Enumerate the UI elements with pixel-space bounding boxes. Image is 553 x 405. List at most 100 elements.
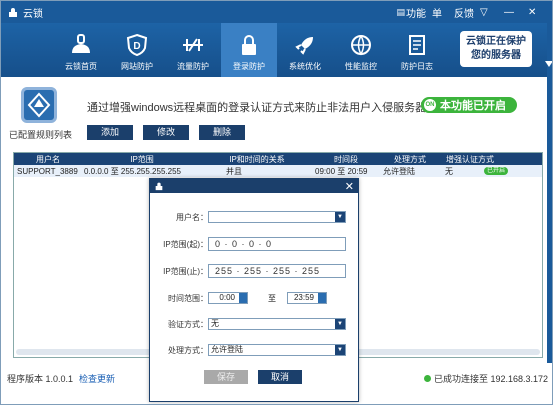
ip-start-label: IP范围(起)：: [163, 239, 208, 249]
time-end-input[interactable]: 23:59: [287, 292, 327, 304]
function-menu-suffix: 单: [432, 8, 442, 20]
tab-system-optimize-label: 系统优化: [289, 62, 321, 71]
feedback-link[interactable]: 反馈: [454, 5, 474, 20]
feature-header: 通过增强windows远程桌面的登录认证方式来防止非法用户入侵服务器 ON 本功…: [1, 77, 547, 147]
tab-performance-monitor[interactable]: 性能监控: [333, 23, 389, 77]
connection-status: 已成功连接至 192.168.3.172: [423, 372, 548, 385]
rule-dialog: ✕ 用户名： ▼ IP范围(起)： 0 · 0 · 0 · 0 IP范围(止)：…: [149, 178, 359, 402]
column-username: 用户名: [36, 154, 60, 164]
cell-ip-range: 0.0.0.0 至 255.255.255.255: [84, 166, 181, 176]
log-icon: [409, 35, 425, 55]
tab-home-label: 云锁首页: [65, 62, 97, 71]
time-to-label: 至: [268, 293, 276, 303]
cell-relation: 并且: [226, 166, 242, 176]
dialog-close-icon[interactable]: ✕: [345, 180, 354, 193]
collapse-arrow-icon[interactable]: [545, 61, 552, 67]
rules-list-label: 已配置规则列表: [9, 130, 73, 140]
action-select[interactable]: 允许登陆 ▼: [208, 344, 346, 356]
auth-value: 无: [211, 319, 219, 328]
auth-label: 验证方式：: [168, 319, 208, 329]
side-strip: [547, 23, 552, 363]
function-menu[interactable]: ▤ 功能单: [396, 5, 448, 20]
username-label: 用户名：: [176, 212, 208, 222]
ip-end-row: IP范围(止)： 255 · 255 · 255 · 255: [150, 264, 360, 278]
app-window: 云锁 ▤ 功能单 反馈 ▽ — ✕ 云锁首页 D 网站防护 流量防护 登录防护 系…: [0, 0, 553, 405]
username-row: 用户名： ▼: [150, 210, 360, 224]
action-label: 处理方式：: [168, 345, 208, 355]
table-header: 用户名 IP范围 IP和时间的关系 时间段 处理方式 增强认证方式: [14, 153, 542, 165]
column-time: 时间段: [334, 154, 358, 164]
cell-action: 允许登陆: [383, 166, 415, 176]
save-button[interactable]: 保存: [204, 370, 248, 384]
on-icon: ON: [424, 99, 436, 111]
title-bar: 云锁 ▤ 功能单 反馈 ▽ — ✕: [1, 1, 552, 23]
feature-status-badge[interactable]: ON 本功能已开启: [421, 97, 517, 113]
tab-website-protection[interactable]: D 网站防护: [109, 23, 165, 77]
app-title: 云锁: [23, 8, 43, 20]
time-start-input[interactable]: 0:00: [208, 292, 248, 304]
rocket-icon: [295, 37, 313, 55]
column-ip-range: IP范围: [130, 154, 154, 164]
table-row[interactable]: SUPPORT_3889 0.0.0.0 至 255.255.255.255 并…: [14, 165, 542, 177]
lock-icon: [242, 35, 256, 55]
tab-performance-monitor-label: 性能监控: [345, 62, 377, 71]
column-action: 处理方式: [394, 154, 426, 164]
traffic-icon: [183, 38, 203, 52]
feature-description: 通过增强windows远程桌面的登录认证方式来防止非法用户入侵服务器: [87, 102, 427, 114]
delete-button[interactable]: 删除: [199, 125, 245, 140]
auth-select[interactable]: 无 ▼: [208, 318, 346, 330]
chevron-down-icon: ▼: [335, 319, 345, 329]
edit-button[interactable]: 修改: [143, 125, 189, 140]
time-start-spinner-icon[interactable]: [239, 293, 247, 303]
home-icon: [72, 34, 90, 53]
cloudlock-logo-icon: [9, 8, 17, 17]
row-status-text: 已开启: [487, 168, 506, 174]
check-update-link[interactable]: 检查更新: [79, 372, 115, 385]
chevron-down-icon: ▼: [335, 212, 345, 222]
time-end-spinner-icon[interactable]: [318, 293, 326, 303]
protection-status-line2: 您的服务器: [471, 50, 521, 61]
cancel-button[interactable]: 取消: [258, 370, 302, 384]
row-status-pill[interactable]: 已开启: [484, 167, 509, 175]
action-row: 处理方式： 允许登陆 ▼: [150, 343, 360, 357]
tab-system-optimize[interactable]: 系统优化: [277, 23, 333, 77]
ip-end-label: IP范围(止)：: [163, 266, 208, 276]
login-protect-icon: [21, 87, 57, 123]
minimize-icon[interactable]: —: [504, 7, 522, 18]
action-value: 允许登陆: [211, 345, 243, 354]
connection-text: 已成功连接至 192.168.3.172: [433, 373, 548, 384]
time-label: 时间范围：: [168, 293, 208, 303]
tab-protection-log[interactable]: 防护日志: [389, 23, 445, 77]
ip-end-input[interactable]: 255 · 255 · 255 · 255: [208, 264, 346, 278]
time-end-value: 23:59: [293, 293, 314, 302]
shield-d-icon: D: [126, 33, 148, 57]
dropdown-icon[interactable]: ▽: [480, 7, 498, 18]
feature-status-text: 本功能已开启: [440, 100, 506, 112]
time-row: 时间范围： 0:00 至 23:59: [150, 291, 360, 305]
ip-start-row: IP范围(起)： 0 · 0 · 0 · 0: [150, 237, 360, 251]
dialog-title-bar: ✕: [150, 179, 358, 193]
version-text: 程序版本 1.0.0.1: [7, 373, 74, 384]
svg-text:D: D: [133, 41, 140, 52]
column-auth: 增强认证方式: [446, 154, 494, 164]
tab-login-protection-label: 登录防护: [233, 62, 265, 71]
protection-status-box: 云锁正在保护 您的服务器: [460, 31, 532, 67]
ip-start-input[interactable]: 0 · 0 · 0 · 0: [208, 237, 346, 251]
tab-traffic-protection[interactable]: 流量防护: [165, 23, 221, 77]
tab-traffic-protection-label: 流量防护: [177, 62, 209, 71]
tab-login-protection[interactable]: 登录防护: [221, 23, 277, 77]
close-icon[interactable]: ✕: [528, 7, 546, 18]
chevron-down-icon: ▼: [335, 345, 345, 355]
globe-icon: [351, 35, 371, 56]
cell-username: SUPPORT_3889: [17, 166, 78, 176]
dialog-logo-icon: [155, 182, 163, 191]
username-select[interactable]: ▼: [208, 211, 346, 223]
protection-status-line1: 云锁正在保护: [466, 36, 526, 47]
menu-icon: ▤: [396, 6, 405, 17]
cell-auth: 无: [445, 166, 453, 176]
cell-time: 09:00 至 20:59: [315, 166, 368, 176]
add-button[interactable]: 添加: [87, 125, 133, 140]
tab-home[interactable]: 云锁首页: [53, 23, 109, 77]
tab-protection-log-label: 防护日志: [401, 62, 433, 71]
auth-row: 验证方式： 无 ▼: [150, 317, 360, 331]
